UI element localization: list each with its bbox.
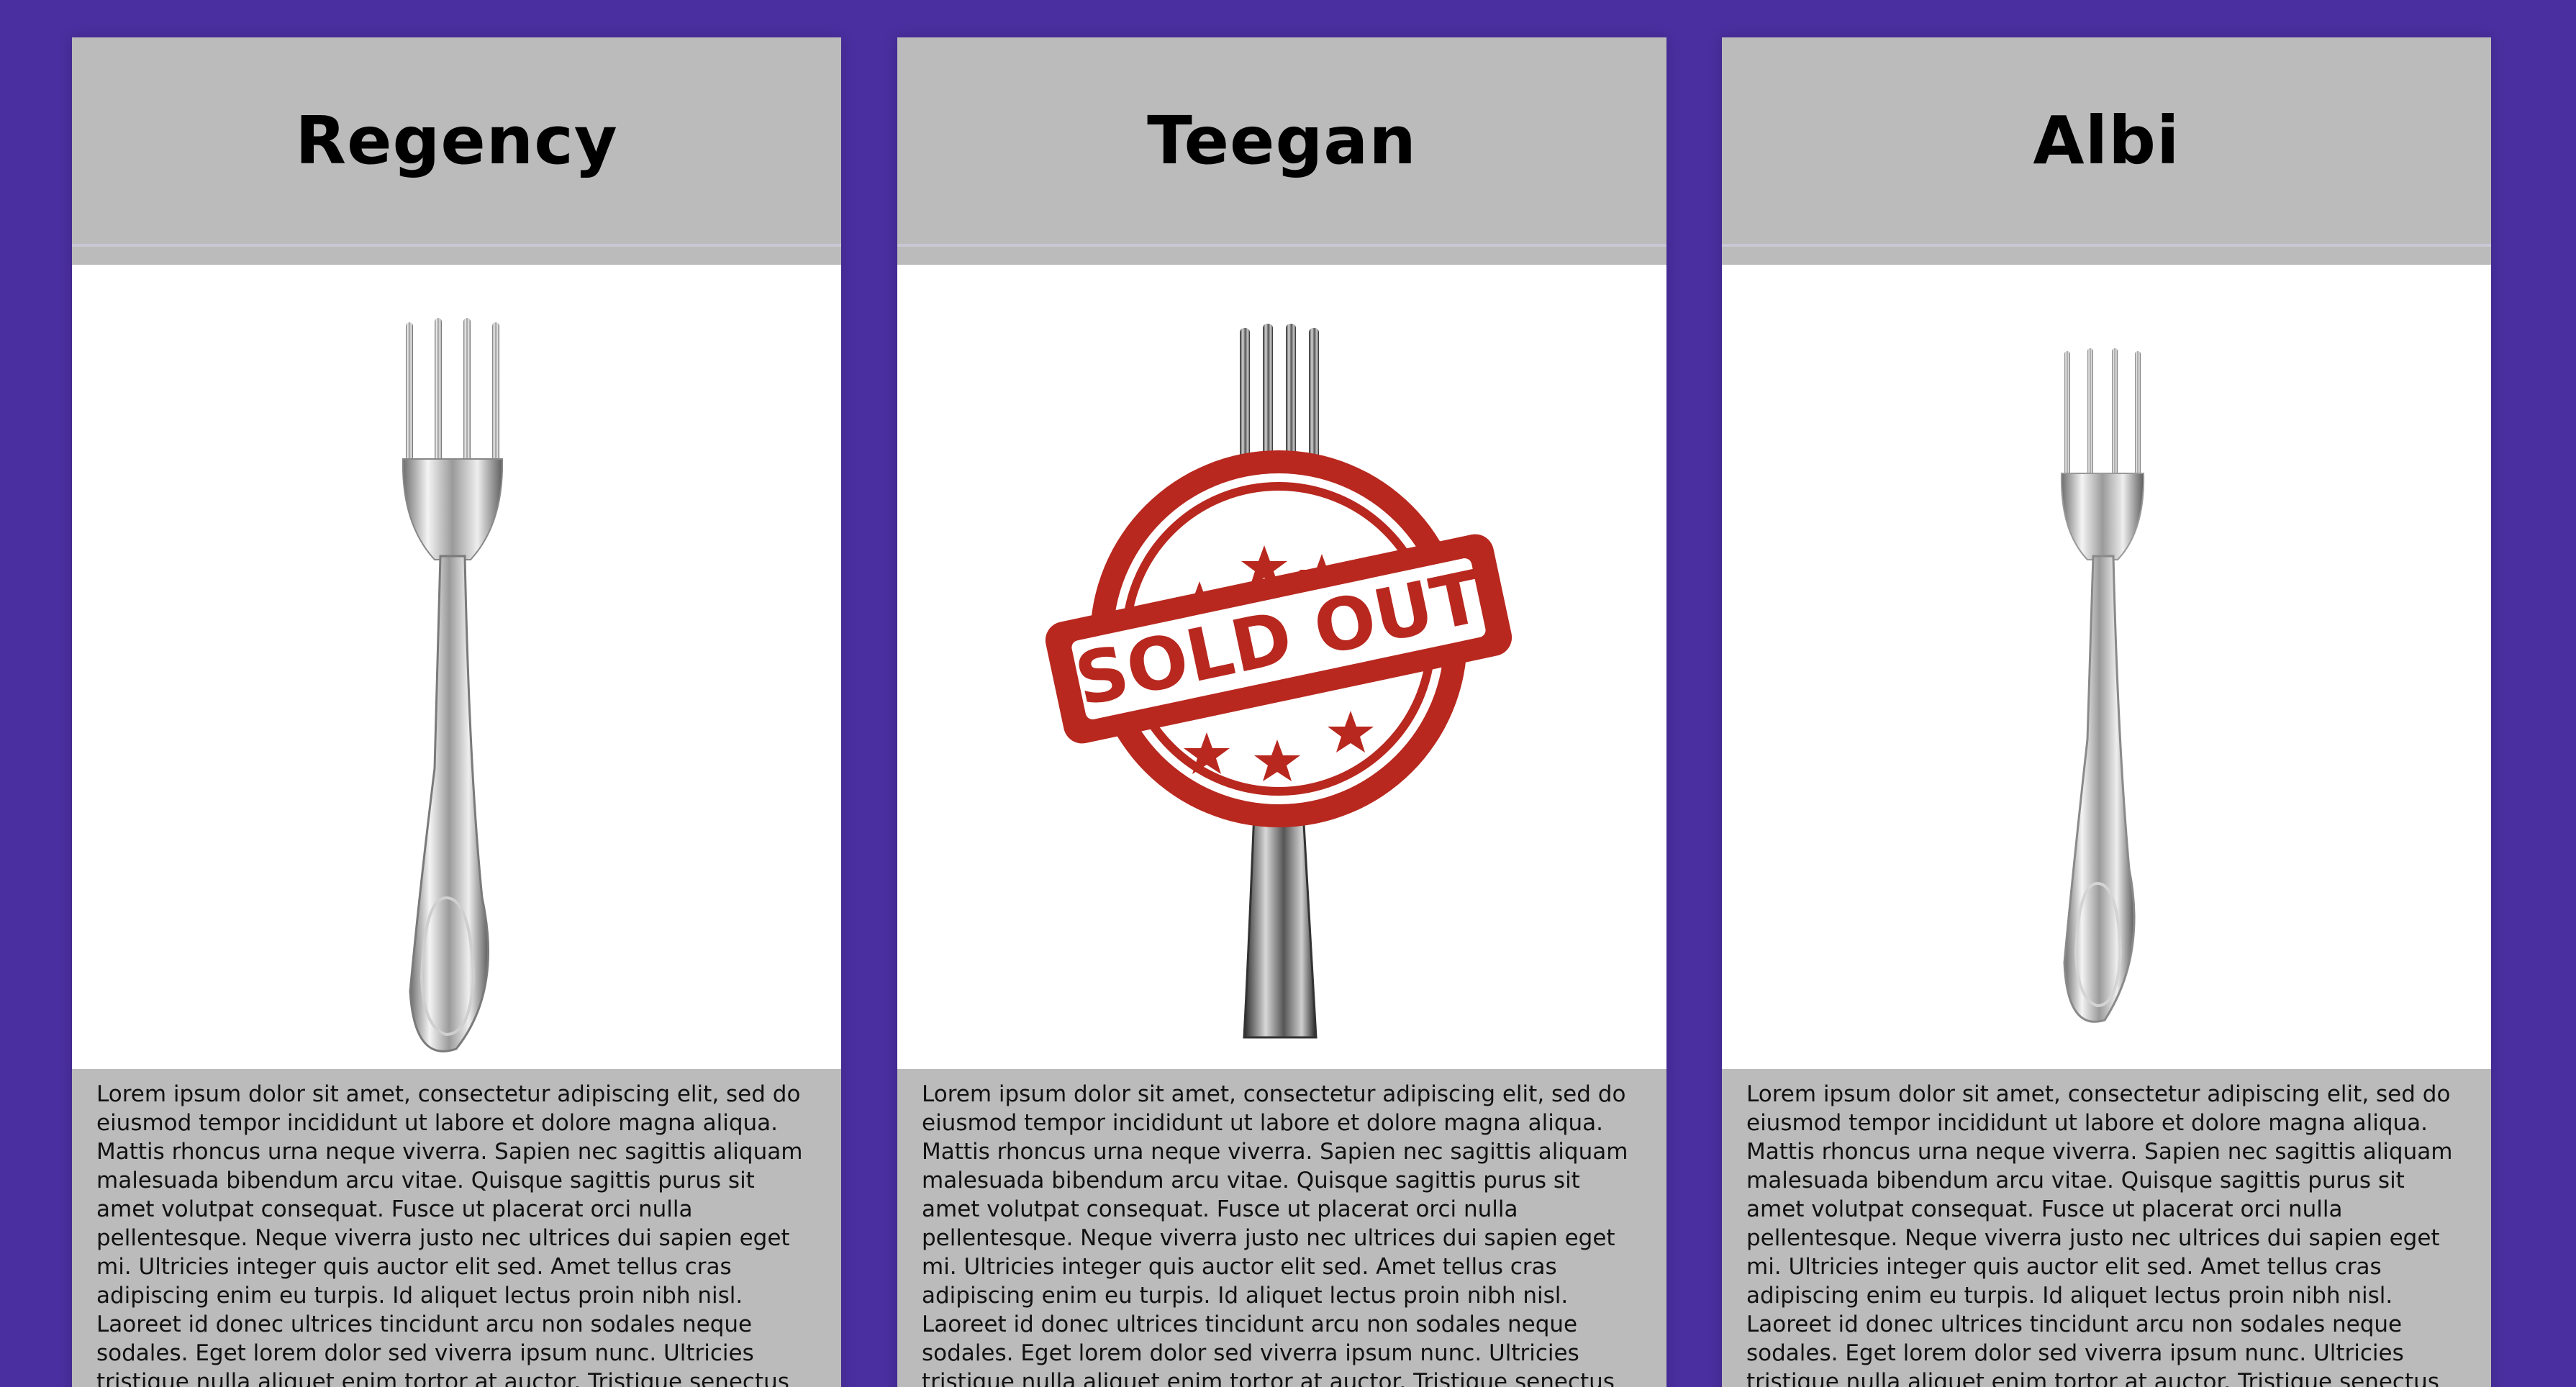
card-header: Regency bbox=[72, 37, 841, 244]
header-divider bbox=[72, 244, 841, 247]
product-description: Lorem ipsum dolor sit amet, consectetur … bbox=[96, 1081, 803, 1387]
product-card-teegan[interactable]: Teegan SOLD OUT Lorem ipsum dolor sit am… bbox=[897, 37, 1666, 1387]
fork-icon: SOLD OUT bbox=[1045, 324, 1513, 1039]
product-image[interactable] bbox=[72, 265, 841, 1069]
fork-icon bbox=[402, 318, 504, 1052]
product-title: Regency bbox=[295, 102, 618, 179]
product-title: Teegan bbox=[1147, 102, 1417, 179]
product-image[interactable] bbox=[1722, 265, 2491, 1069]
product-card-regency[interactable]: Regency Lorem ipsum dolor sit amet, cons… bbox=[72, 37, 841, 1387]
header-divider bbox=[897, 244, 1666, 247]
card-header: Albi bbox=[1722, 37, 2491, 244]
product-card-albi[interactable]: Albi Lorem ipsum dolor sit amet, consect… bbox=[1722, 37, 2491, 1387]
card-header: Teegan bbox=[897, 37, 1666, 244]
header-divider bbox=[1722, 244, 2491, 247]
sold-out-stamp: SOLD OUT bbox=[1045, 450, 1513, 827]
product-image[interactable]: SOLD OUT bbox=[897, 265, 1666, 1069]
product-description: Lorem ipsum dolor sit amet, consectetur … bbox=[1746, 1081, 2453, 1387]
product-cards: Regency Lorem ipsum dolor sit amet, cons… bbox=[0, 0, 2576, 1387]
fork-icon bbox=[2060, 348, 2145, 1023]
product-description: Lorem ipsum dolor sit amet, consectetur … bbox=[922, 1081, 1628, 1387]
product-title: Albi bbox=[2033, 102, 2180, 179]
